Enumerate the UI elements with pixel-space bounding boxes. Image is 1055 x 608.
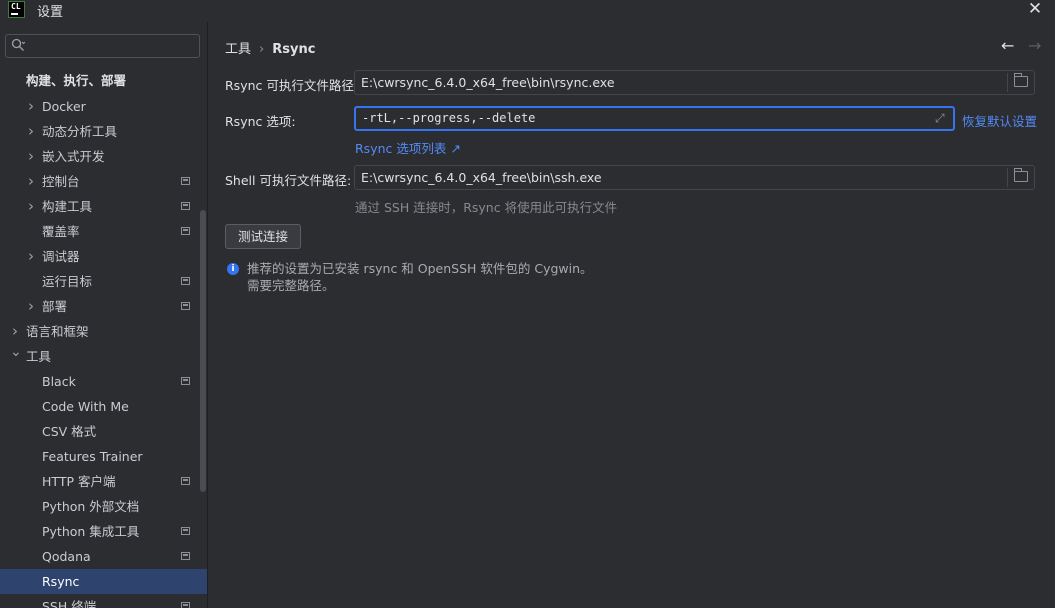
breadcrumb-current: Rsync — [272, 42, 316, 57]
chevron-right-icon[interactable]: › — [26, 244, 36, 269]
sidebar-item[interactable]: 覆盖率 — [0, 219, 207, 244]
breadcrumb: 工具 › Rsync — [225, 38, 315, 57]
forward-arrow-icon: → — [1028, 36, 1042, 55]
shell-path-label: Shell 可执行文件路径: — [225, 173, 352, 188]
sidebar-item-label: Rsync — [42, 574, 80, 589]
info-icon: i — [227, 263, 239, 275]
sidebar-item[interactable]: › 构建工具 — [0, 194, 207, 219]
sidebar-item[interactable]: Python 集成工具 — [0, 519, 207, 544]
rsync-path-field[interactable]: E:\cwrsync_6.4.0_x64_free\bin\rsync.exe — [354, 70, 1035, 95]
rsync-options-list-link[interactable]: Rsync 选项列表 ↗ — [355, 138, 461, 157]
sidebar-item-label: 控制台 — [42, 174, 80, 189]
search-icon — [11, 38, 25, 51]
sidebar-item-label: HTTP 客户端 — [42, 474, 116, 489]
project-level-icon — [181, 227, 190, 235]
sidebar-item-label: Qodana — [42, 549, 91, 564]
chevron-right-icon[interactable]: › — [26, 194, 36, 219]
sidebar-item[interactable]: CSV 格式 — [0, 419, 207, 444]
settings-sidebar: 构建、执行、部署 Python 解释器›Docker›动态分析工具›嵌入式开发›… — [0, 22, 208, 608]
rsync-options-label: Rsync 选项: — [225, 114, 296, 129]
project-level-icon — [181, 377, 190, 385]
title-bar: CL 设置 ✕ — [0, 0, 1055, 22]
sidebar-item[interactable]: SSH 终端 — [0, 594, 207, 608]
chevron-right-icon[interactable]: › — [26, 169, 36, 194]
shell-path-hint: 通过 SSH 连接时，Rsync 将使用此可执行文件 — [355, 200, 618, 215]
rsync-options-field[interactable]: -rtL,--progress,--delete ⤢ — [354, 106, 955, 131]
sidebar-item-label: 部署 — [42, 299, 68, 314]
sidebar-item-label: Features Trainer — [42, 449, 143, 464]
sidebar-item[interactable]: 运行目标 — [0, 269, 207, 294]
sidebar-item-label: 嵌入式开发 — [42, 149, 105, 164]
rsync-path-label: Rsync 可执行文件路径: — [225, 78, 359, 93]
chevron-right-icon[interactable]: › — [26, 144, 36, 169]
sidebar-item[interactable]: ⌄ 工具 — [0, 344, 207, 369]
folder-icon[interactable] — [1014, 73, 1028, 87]
back-arrow-icon[interactable]: ← — [1001, 36, 1014, 55]
restore-defaults-link[interactable]: 恢复默认设置 — [962, 111, 1037, 130]
test-connection-button[interactable]: 测试连接 — [225, 224, 301, 249]
shell-path-value: E:\cwrsync_6.4.0_x64_free\bin\ssh.exe — [361, 170, 602, 185]
chevron-right-icon[interactable]: › — [26, 94, 36, 119]
app-logo: CL — [8, 1, 25, 18]
search-input[interactable] — [5, 34, 200, 58]
project-level-icon — [181, 277, 190, 285]
sidebar-item[interactable]: Black — [0, 369, 207, 394]
field-divider — [1007, 168, 1008, 187]
project-level-icon — [181, 477, 190, 485]
folder-icon[interactable] — [1014, 168, 1028, 182]
chevron-down-icon[interactable]: ⌄ — [10, 340, 22, 365]
sidebar-item[interactable]: Python 外部文档 — [0, 494, 207, 519]
sidebar-item[interactable]: Rsync — [0, 569, 207, 594]
project-level-icon — [181, 552, 190, 560]
sidebar-item[interactable]: Features Trainer — [0, 444, 207, 469]
sidebar-item[interactable]: Qodana — [0, 544, 207, 569]
project-level-icon — [181, 602, 190, 608]
sidebar-item[interactable]: Code With Me — [0, 394, 207, 419]
sidebar-item-label: 语言和框架 — [26, 324, 89, 339]
sidebar-item-label: Python 外部文档 — [42, 499, 140, 514]
sidebar-item-label: 动态分析工具 — [42, 124, 118, 139]
chevron-right-icon[interactable]: › — [26, 119, 36, 144]
rsync-options-value: -rtL,--progress,--delete — [362, 111, 536, 125]
sidebar-item[interactable]: › 部署 — [0, 294, 207, 319]
info-line-2: 需要完整路径。 — [247, 278, 335, 293]
info-text: 推荐的设置为已安装 rsync 和 OpenSSH 软件包的 Cygwin。 需… — [247, 260, 593, 294]
sticky-section-header: 构建、执行、部署 — [0, 67, 207, 89]
project-level-icon — [181, 177, 190, 185]
sidebar-item[interactable]: HTTP 客户端 — [0, 469, 207, 494]
sidebar-item[interactable]: › 嵌入式开发 — [0, 144, 207, 169]
sidebar-item-label: Docker — [42, 99, 86, 114]
project-level-icon — [181, 202, 190, 210]
close-icon[interactable]: ✕ — [1027, 1, 1043, 18]
sidebar-item-label: SSH 终端 — [42, 599, 97, 608]
breadcrumb-separator: › — [259, 42, 265, 57]
sidebar-item[interactable]: › Docker — [0, 94, 207, 119]
info-line-1: 推荐的设置为已安装 rsync 和 OpenSSH 软件包的 Cygwin。 — [247, 261, 593, 276]
project-level-icon — [181, 302, 190, 310]
shell-path-field[interactable]: E:\cwrsync_6.4.0_x64_free\bin\ssh.exe — [354, 165, 1035, 190]
sidebar-item-label: CSV 格式 — [42, 424, 97, 439]
sidebar-item-label: Code With Me — [42, 399, 129, 414]
window-title: 设置 — [37, 5, 64, 20]
field-divider — [1007, 73, 1008, 92]
sidebar-item[interactable]: › 控制台 — [0, 169, 207, 194]
expand-icon[interactable]: ⤢ — [935, 112, 947, 124]
sidebar-item-label: 构建工具 — [42, 199, 93, 214]
project-level-icon — [181, 527, 190, 535]
sidebar-item-label: 工具 — [26, 349, 52, 364]
breadcrumb-parent[interactable]: 工具 — [225, 42, 251, 57]
sidebar-item-label: 调试器 — [42, 249, 80, 264]
sidebar-scrollbar[interactable] — [200, 210, 206, 492]
settings-panel: 工具 › Rsync ← → Rsync 可执行文件路径: E:\cwrsync_6… — [209, 22, 1055, 608]
rsync-path-value: E:\cwrsync_6.4.0_x64_free\bin\rsync.exe — [361, 75, 615, 90]
sidebar-item[interactable]: › 调试器 — [0, 244, 207, 269]
sidebar-item[interactable]: › 语言和框架 — [0, 319, 207, 344]
sidebar-item-label: 运行目标 — [42, 274, 93, 289]
sidebar-item-label: Python 集成工具 — [42, 524, 140, 539]
sidebar-item-label: 覆盖率 — [42, 224, 80, 239]
sidebar-item[interactable]: › 动态分析工具 — [0, 119, 207, 144]
chevron-right-icon[interactable]: › — [26, 294, 36, 319]
sidebar-item-label: Black — [42, 374, 76, 389]
